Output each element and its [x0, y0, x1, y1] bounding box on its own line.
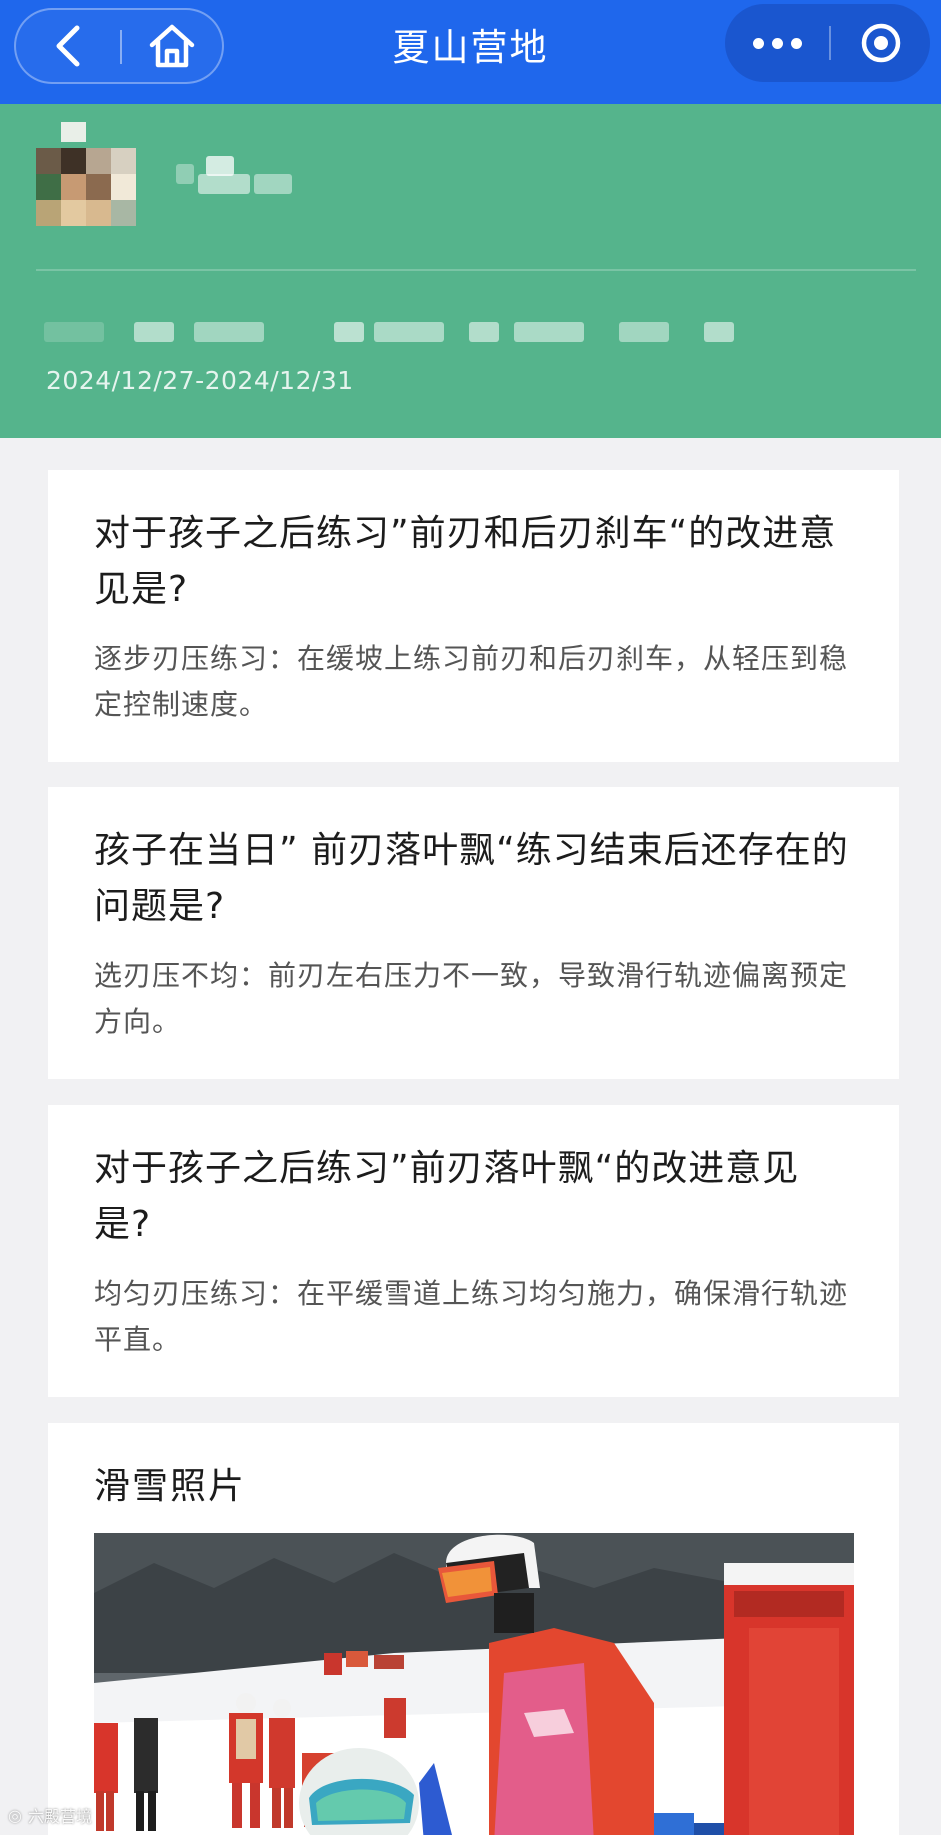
home-icon	[149, 24, 195, 68]
close-miniprogram-button[interactable]	[831, 4, 930, 82]
more-dots-icon	[749, 37, 806, 49]
card-answer: 选刃压不均：前刃左右压力不一致，导致滑行轨迹偏离预定方向。	[94, 959, 849, 1038]
card-answer: 均匀刃压练习：在平缓雪道上练习均匀施力，确保滑行轨迹平直。	[94, 1277, 849, 1356]
photo-card: 滑雪照片	[48, 1423, 899, 1835]
home-button[interactable]	[122, 10, 222, 82]
navigation-bar: 夏山营地	[0, 0, 941, 104]
nav-left-capsule	[14, 8, 224, 84]
feedback-card: 对于孩子之后练习”前刃和后刃刹车“的改进意见是? 逐步刃压练习：在缓坡上练习前刃…	[48, 470, 899, 762]
blurred-description	[44, 312, 744, 358]
feedback-card: 对于孩子之后练习”前刃落叶飘“的改进意见是? 均匀刃压练习：在平缓雪道上练习均匀…	[48, 1105, 899, 1397]
watermark: ◎ 六殿营境	[8, 1800, 92, 1830]
more-button[interactable]	[725, 4, 829, 82]
feedback-card: 孩子在当日” 前刃落叶飘“练习结束后还存在的问题是? 选刃压不均：前刃左右压力不…	[48, 787, 899, 1079]
watermark-logo-icon: ◎	[8, 1805, 22, 1825]
watermark-text: 六殿营境	[27, 1807, 92, 1826]
card-question: 对于孩子之后练习”前刃落叶飘“的改进意见是?	[94, 1148, 800, 1245]
avatar	[36, 122, 136, 226]
ski-photo[interactable]	[94, 1533, 854, 1835]
card-answer: 逐步刃压练习：在缓坡上练习前刃和后刃刹车，从轻压到稳定控制速度。	[94, 642, 849, 721]
ski-photo-image	[94, 1533, 854, 1835]
blurred-username	[176, 156, 296, 202]
card-question: 对于孩子之后练习”前刃和后刃刹车“的改进意见是?	[94, 513, 837, 610]
photo-section-title: 滑雪照片	[94, 1466, 247, 1507]
card-question: 孩子在当日” 前刃落叶飘“练习结束后还存在的问题是?	[94, 830, 849, 927]
date-range: 2024/12/27-2024/12/31	[46, 366, 354, 395]
header-divider	[36, 269, 916, 271]
nav-right-capsule	[725, 4, 930, 82]
camp-header: 2024/12/27-2024/12/31	[0, 104, 941, 438]
target-circle-icon	[861, 23, 900, 63]
back-button[interactable]	[16, 10, 120, 82]
chevron-left-icon	[56, 25, 80, 67]
